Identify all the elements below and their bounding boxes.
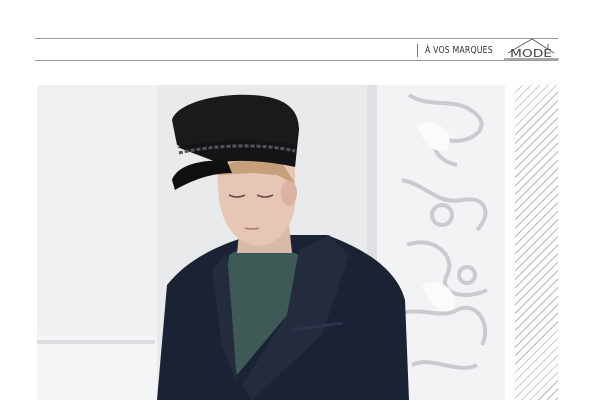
fashion-photo bbox=[37, 85, 505, 400]
section-label: À VOS MARQUES bbox=[425, 45, 493, 56]
header-rule-top bbox=[35, 38, 558, 39]
brand-logo: MODE bbox=[504, 36, 559, 62]
brand-logo-text: MODE bbox=[510, 47, 552, 60]
header-divider bbox=[417, 44, 418, 57]
hatched-side-strip bbox=[515, 85, 558, 400]
header-rule-bottom bbox=[35, 60, 558, 61]
